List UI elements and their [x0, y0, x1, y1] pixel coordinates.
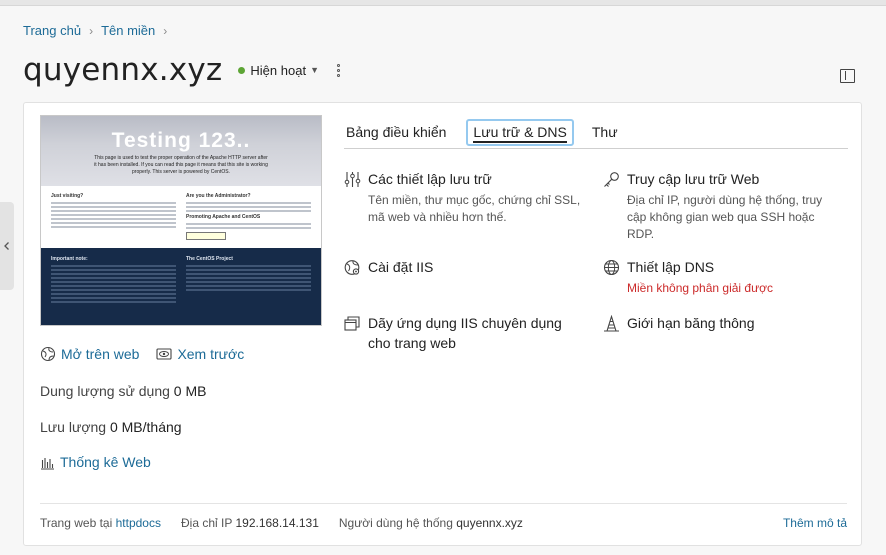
disk-usage: Dung lượng sử dụng 0 MB: [40, 383, 206, 399]
tab-dashboard[interactable]: Bảng điều khiển: [344, 124, 450, 148]
add-description-link[interactable]: Thêm mô tả: [783, 516, 847, 530]
hosting-settings-desc: Tên miền, thư mục gốc, chứng chỉ SSL, mã…: [368, 193, 581, 224]
iis-app-pool-link[interactable]: Dãy ứng dụng IIS chuyên dụng cho trang w…: [344, 313, 584, 353]
dns-settings-title: Thiết lập DNS: [627, 259, 715, 275]
bandwidth-icon: [604, 315, 619, 332]
footer-user-label: Người dùng hệ thống: [338, 515, 453, 530]
open-in-web-label: Mở trên web: [61, 346, 140, 362]
globe-icon: [40, 346, 56, 362]
bar-chart-icon: [41, 457, 54, 470]
iis-app-pool-title: Dãy ứng dụng IIS chuyên dụng cho trang w…: [368, 315, 562, 351]
hosting-settings-link[interactable]: Các thiết lập lưu trữ: [344, 169, 584, 189]
web-hosting-access-title: Truy cập lưu trữ Web: [627, 171, 760, 187]
tab-mail[interactable]: Thư: [590, 124, 622, 148]
tool-iis-settings[interactable]: Cài đặt IIS: [344, 257, 584, 277]
traffic-label: Lưu lượng: [40, 419, 107, 435]
open-in-web-link[interactable]: Mở trên web: [40, 346, 139, 362]
kebab-dot-icon: [336, 73, 340, 77]
eye-icon: [156, 348, 172, 360]
more-actions-button[interactable]: [336, 63, 340, 77]
title-row: quyennx.xyz Hiện hoạt ▼: [23, 50, 340, 90]
preview-col2-heading: Are you the Administrator?: [186, 193, 251, 199]
footer-user-value: quyennx.xyz: [456, 515, 523, 530]
web-hosting-access-link[interactable]: Truy cập lưu trữ Web: [603, 169, 843, 189]
website-preview-thumbnail[interactable]: Testing 123.. This page is used to test …: [40, 115, 322, 326]
traffic-usage: Lưu lượng 0 MB/tháng: [40, 419, 182, 435]
chevron-right-icon: ›: [89, 23, 94, 38]
preview-links: Mở trên web Xem trước: [40, 346, 244, 362]
docroot-link[interactable]: httpdocs: [116, 516, 161, 530]
web-statistics-link[interactable]: Thống kê Web: [40, 454, 151, 470]
preview-title: Testing 123..: [111, 129, 251, 152]
bandwidth-limit-link[interactable]: Giới hạn băng thông: [603, 313, 843, 333]
chevron-right-icon: ›: [163, 23, 168, 38]
windows-stack-icon: [344, 316, 360, 331]
footer-site-root: Trang web tại httpdocs: [40, 516, 161, 530]
globe-gear-icon: [344, 260, 360, 275]
preview-col1-heading: Just visiting?: [51, 193, 84, 199]
card-footer: Trang web tại httpdocs Địa chỉ IP 192.16…: [40, 503, 847, 541]
kebab-dot-icon: [336, 68, 340, 72]
tool-bandwidth-limit[interactable]: Giới hạn băng thông: [603, 313, 843, 333]
tab-hosting-dns[interactable]: Lưu trữ & DNS: [466, 119, 574, 146]
chevron-down-icon: ▼: [310, 65, 319, 75]
bandwidth-limit-title: Giới hạn băng thông: [627, 315, 755, 331]
preview-header: Testing 123.. This page is used to test …: [41, 116, 321, 186]
panel-toggle-icon[interactable]: [840, 69, 855, 83]
footer-site-label: Trang web tại: [40, 515, 113, 530]
iis-settings-link[interactable]: Cài đặt IIS: [344, 257, 584, 277]
dns-settings-link[interactable]: Thiết lập DNS: [603, 257, 843, 277]
preview-link[interactable]: Xem trước: [156, 346, 244, 362]
web-statistics-label: Thống kê Web: [60, 454, 151, 470]
preview-col2-heading2: Promoting Apache and CentOS: [186, 214, 261, 220]
preview-dark-col-2: The CentOS Project: [186, 256, 311, 320]
footer-user: Người dùng hệ thống quyennx.xyz: [339, 516, 523, 530]
sidebar-expand-handle[interactable]: [0, 202, 14, 290]
breadcrumb-home[interactable]: Trang chủ: [23, 23, 81, 38]
key-icon: [604, 172, 619, 187]
tool-web-hosting-access[interactable]: Truy cập lưu trữ Web Địa chỉ IP, người d…: [603, 169, 843, 243]
preview-middle: Just visiting? Are you the Administrator…: [41, 186, 321, 248]
preview-dark1-heading: Important note:: [51, 256, 88, 262]
page: Trang chủ › Tên miền › quyennx.xyz Hiện …: [0, 6, 886, 555]
powered-by-badge: [186, 232, 226, 240]
preview-subtitle: This page is used to test the proper ope…: [94, 155, 268, 175]
preview-dark2-heading: The CentOS Project: [186, 256, 233, 262]
breadcrumb-domains[interactable]: Tên miền: [101, 23, 155, 38]
tool-dns-settings[interactable]: Thiết lập DNS Miền không phân giải được: [603, 257, 843, 297]
preview-col-1: Just visiting?: [51, 193, 176, 241]
preview-dark-section: Important note: The CentOS Project: [41, 248, 321, 325]
footer-ip-value: 192.168.14.131: [235, 515, 319, 530]
preview-label: Xem trước: [177, 346, 245, 362]
preview-dark-col-1: Important note:: [51, 256, 176, 320]
page-title: quyennx.xyz: [23, 52, 223, 88]
disk-usage-value: 0 MB: [173, 383, 207, 399]
web-hosting-access-desc: Địa chỉ IP, người dùng hệ thống, truy cậ…: [627, 193, 823, 241]
footer-ip: Địa chỉ IP 192.168.14.131: [181, 516, 319, 530]
traffic-value: 0 MB/tháng: [109, 419, 182, 435]
preview-col-2: Are you the Administrator? Promoting Apa…: [186, 193, 311, 241]
sliders-icon: [344, 172, 361, 187]
footer-ip-label: Địa chỉ IP: [180, 515, 233, 530]
globe-icon: [603, 259, 620, 276]
hosting-settings-title: Các thiết lập lưu trữ: [368, 171, 492, 187]
tool-hosting-settings[interactable]: Các thiết lập lưu trữ Tên miền, thư mục …: [344, 169, 584, 226]
dns-error-message: Miền không phân giải được: [627, 281, 773, 295]
disk-usage-label: Dung lượng sử dụng: [40, 383, 170, 399]
kebab-dot-icon: [336, 63, 340, 67]
tool-iis-app-pool[interactable]: Dãy ứng dụng IIS chuyên dụng cho trang w…: [344, 313, 584, 353]
status-dot-icon: [238, 66, 246, 74]
tab-bar: Bảng điều khiển Lưu trữ & DNS Thư: [344, 117, 848, 149]
iis-settings-title: Cài đặt IIS: [368, 259, 434, 275]
status-label: Hiện hoạt: [250, 62, 307, 78]
chevron-left-icon: [4, 242, 9, 250]
domain-card: Testing 123.. This page is used to test …: [23, 102, 862, 546]
status-dropdown[interactable]: Hiện hoạt ▼: [238, 63, 319, 78]
breadcrumb: Trang chủ › Tên miền ›: [23, 23, 167, 38]
